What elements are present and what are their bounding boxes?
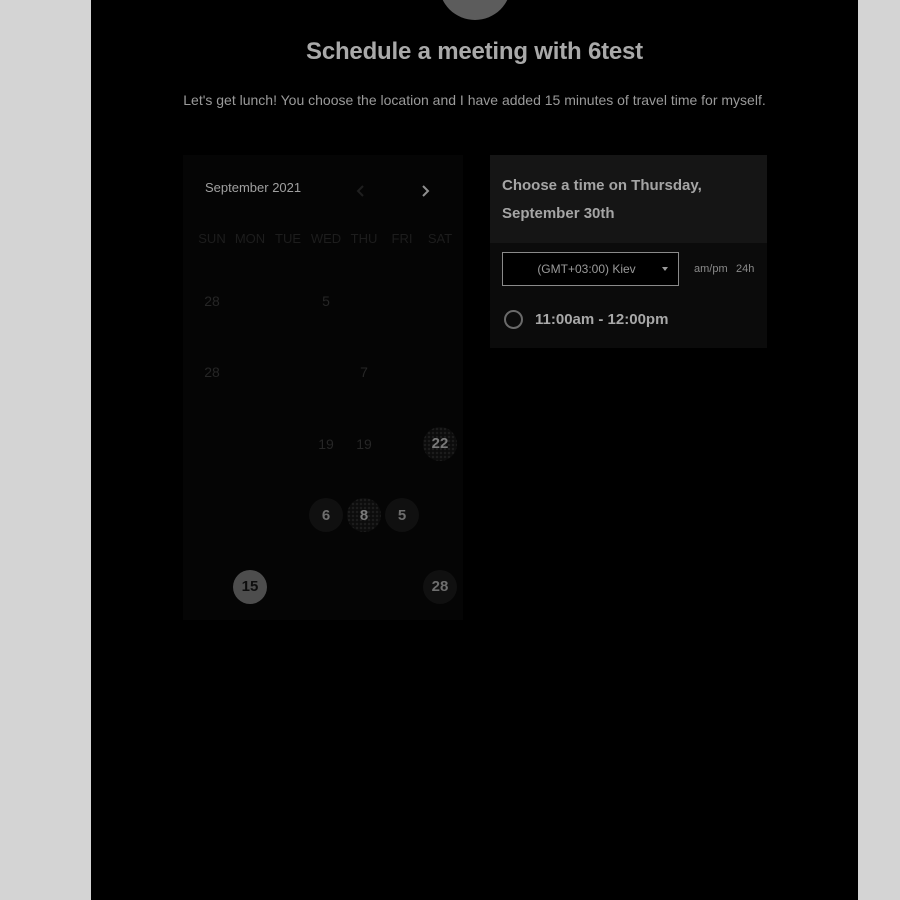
time-picker: Choose a time on Thursday, September 30t… — [490, 155, 767, 348]
calendar-day-empty — [231, 337, 269, 409]
calendar-month-label: September 2021 — [205, 180, 302, 195]
page-title: Schedule a meeting with 6test — [306, 38, 643, 65]
calendar-day-empty — [269, 337, 307, 409]
calendar-day-label: 8 — [347, 498, 381, 533]
calendar-days-grid: 28 5 28 7 19 19 22 6 8 5 15 28 — [193, 265, 459, 623]
radio-icon[interactable] — [504, 310, 523, 329]
calendar-day-label: 28 — [423, 569, 457, 604]
calendar-day-empty — [421, 265, 459, 337]
calendar-day-empty — [383, 337, 421, 409]
chevron-left-icon — [356, 185, 364, 197]
calendar-day-empty — [193, 408, 231, 480]
calendar-day-available[interactable]: 22 — [421, 408, 459, 480]
calendar-day-empty — [383, 551, 421, 623]
calendar-day-empty — [345, 265, 383, 337]
weekday-label: TUE — [275, 231, 301, 246]
calendar-day: 19 — [356, 435, 372, 452]
calendar-day-empty — [269, 480, 307, 552]
calendar-day-available[interactable]: 8 — [345, 480, 383, 552]
calendar-day-selected[interactable]: 15 — [231, 551, 269, 623]
calendar-day: 5 — [322, 292, 330, 309]
timezone-value: (GMT+03:00) Kiev — [537, 262, 636, 276]
calendar: September 2021 SUN MON TUE WED THU FRI S… — [183, 155, 463, 620]
weekday-label: FRI — [391, 231, 413, 246]
calendar-day-empty — [307, 337, 345, 409]
calendar-day-label: 15 — [233, 569, 267, 604]
page-description: Let's get lunch! You choose the location… — [183, 92, 766, 108]
time-picker-header: Choose a time on Thursday, September 30t… — [490, 155, 767, 243]
caret-down-icon — [662, 267, 668, 271]
weekday-label: THU — [350, 231, 378, 246]
weekday-header: SUN MON TUE WED THU FRI SAT — [193, 231, 459, 246]
calendar-day-empty — [307, 551, 345, 623]
weekday-label: MON — [234, 231, 266, 246]
calendar-day-empty — [383, 265, 421, 337]
time-picker-heading: Choose a time on Thursday, September 30t… — [502, 177, 702, 222]
calendar-day-empty — [421, 480, 459, 552]
weekday-label: SUN — [198, 231, 226, 246]
calendar-day-label: 22 — [423, 426, 457, 461]
calendar-day-empty — [269, 408, 307, 480]
calendar-day-label: 5 — [385, 498, 419, 533]
calendar-day-empty — [231, 265, 269, 337]
format-ampm-toggle[interactable]: am/pm — [694, 263, 728, 275]
calendar-day-available[interactable]: 28 — [421, 551, 459, 623]
calendar-day-label: 6 — [309, 498, 343, 533]
calendar-day-available[interactable]: 5 — [383, 480, 421, 552]
calendar-day: 7 — [360, 364, 368, 381]
calendar-day-empty — [193, 480, 231, 552]
format-24h-toggle[interactable]: 24h — [736, 263, 754, 275]
calendar-day-available[interactable]: 6 — [307, 480, 345, 552]
calendar-day-empty — [383, 408, 421, 480]
calendar-day-empty — [345, 551, 383, 623]
time-slot-option[interactable]: 11:00am - 12:00pm — [504, 310, 668, 329]
time-slot-label: 11:00am - 12:00pm — [535, 311, 669, 328]
calendar-day-empty — [193, 551, 231, 623]
weekday-label: SAT — [427, 231, 453, 246]
calendar-day-empty — [269, 265, 307, 337]
timezone-select[interactable]: (GMT+03:00) Kiev — [502, 252, 679, 286]
previous-month-button[interactable] — [349, 179, 373, 203]
calendar-day-empty — [231, 480, 269, 552]
calendar-day: 28 — [204, 364, 220, 381]
next-month-button[interactable] — [413, 179, 437, 203]
calendar-day-empty — [269, 551, 307, 623]
weekday-label: WED — [310, 231, 342, 246]
calendar-day: 19 — [318, 435, 334, 452]
calendar-day-empty — [421, 337, 459, 409]
chevron-right-icon — [422, 185, 430, 197]
calendar-day-empty — [231, 408, 269, 480]
calendar-day: 28 — [204, 292, 220, 309]
